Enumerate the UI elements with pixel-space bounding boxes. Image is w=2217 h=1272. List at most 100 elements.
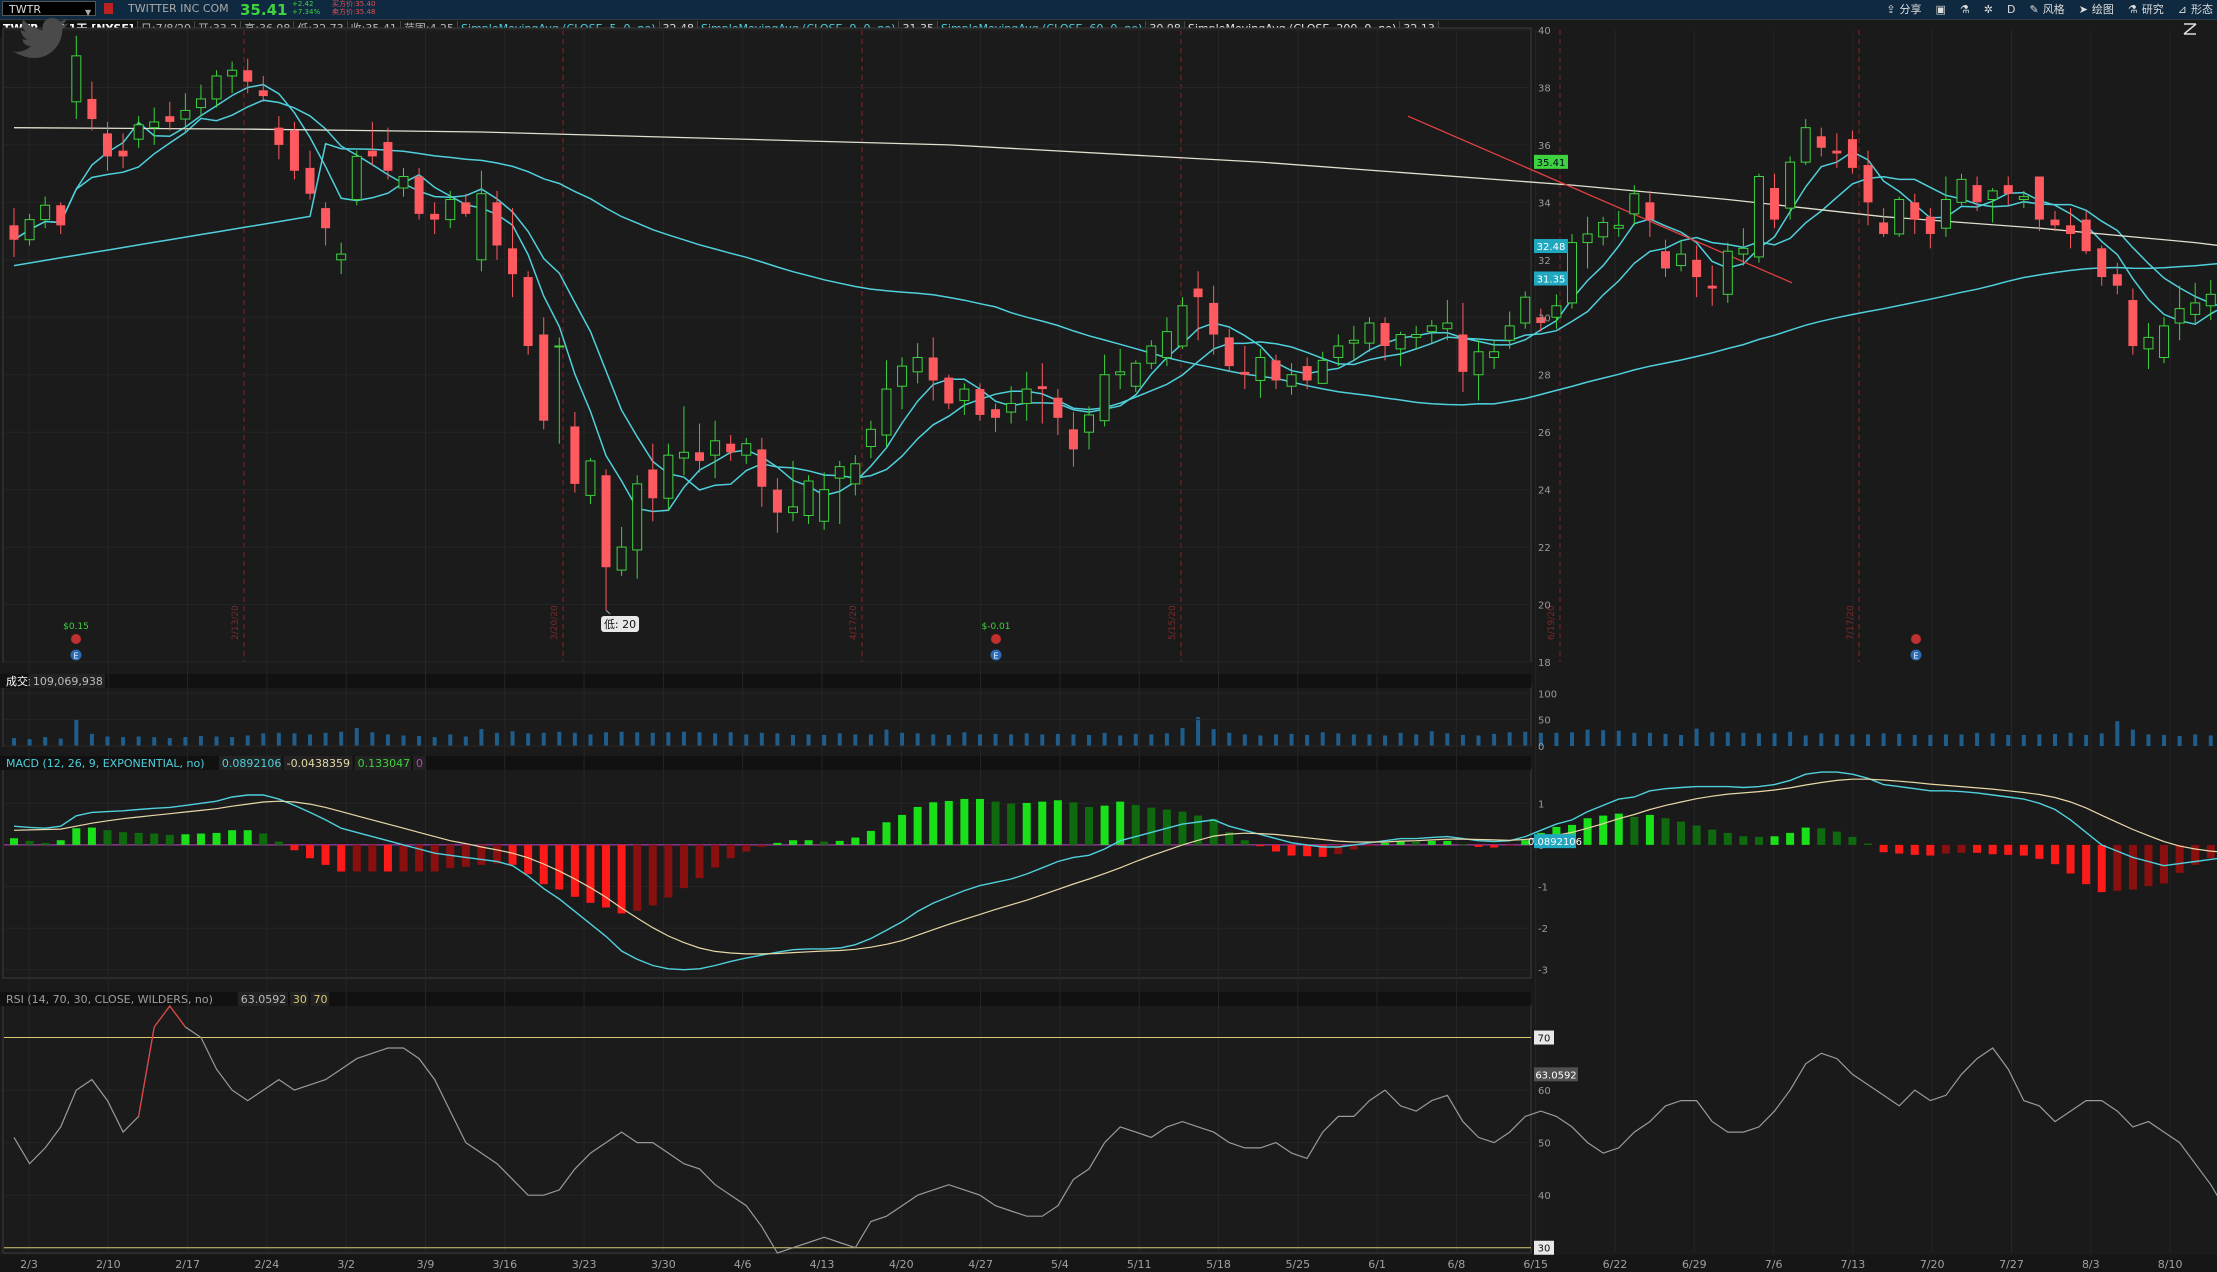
candle-body [881, 388, 892, 436]
macd-hist-bar [789, 840, 797, 845]
macd-hist-bar [352, 844, 361, 872]
pane-frame [2, 27, 1532, 663]
macd-hist-bar [1007, 803, 1016, 845]
volume-bar [105, 736, 110, 746]
candle-body [1722, 250, 1733, 295]
macd-hist-bar [835, 840, 844, 845]
date-tick-label: 7/20 [1920, 1258, 1945, 1271]
date-tick-label: 8/3 [2082, 1258, 2100, 1271]
volume-bar [946, 734, 951, 746]
candle-body [2143, 336, 2154, 350]
macd-hist-bar [1038, 801, 1047, 845]
candle-body [2128, 300, 2138, 346]
candle-body [289, 130, 299, 171]
candle-body [56, 205, 66, 226]
candle-body [398, 176, 409, 189]
volume-bar [962, 732, 967, 746]
candle-body [367, 150, 377, 157]
macd-hist-bar [633, 844, 642, 911]
volume-bar [448, 734, 453, 746]
candle-body [695, 452, 705, 461]
macd-tick-label: 1 [1538, 799, 1544, 810]
date-tick-label: 3/30 [651, 1258, 676, 1271]
candle-body [149, 121, 160, 129]
rsi-os-value: 30 [293, 993, 307, 1006]
macd-hist-bar [1864, 843, 1873, 845]
candle-body [243, 70, 253, 82]
volume-bar [1196, 717, 1201, 746]
volume-bar [152, 737, 157, 746]
volume-value: 109,069,938 [33, 675, 103, 688]
date-tick-label: 5/25 [1285, 1258, 1310, 1271]
volume-bar [1055, 733, 1060, 746]
macd-hist-bar [1895, 844, 1904, 854]
date-tick-label: 7/6 [1765, 1258, 1783, 1271]
macd-hist-bar [1599, 815, 1608, 845]
dividend-marker-icon [991, 634, 1001, 644]
rsi-label: RSI (14, 70, 30, CLOSE, WILDERS, no) [6, 993, 213, 1006]
candle-body [71, 55, 82, 103]
chart-canvas[interactable]: 2/13/20 3/20/20 4/17/20 5/15/20 6/19/20 7/17/… [0, 0, 2217, 1272]
candle-body [710, 440, 721, 456]
macd-hist-bar [446, 844, 455, 869]
date-tick-label: 2/3 [20, 1258, 38, 1271]
macd-hist-bar [461, 844, 470, 867]
volume-bar [759, 732, 764, 746]
macd-hist-bar [1645, 814, 1654, 845]
macd-tick-label: -3 [1538, 966, 1548, 977]
candle-body [165, 116, 175, 122]
volume-bar [2006, 734, 2011, 746]
volume-bar [1663, 733, 1668, 746]
macd-hist-bar [1973, 844, 1982, 853]
macd-hist-bar [72, 828, 81, 845]
volume-bar [89, 733, 94, 746]
candle-body [757, 449, 767, 487]
candle-body [1645, 202, 1655, 220]
macd-hist-bar [196, 833, 205, 845]
volume-bar [1492, 733, 1497, 746]
macd-hist-bar [430, 844, 439, 872]
candle-body [897, 365, 908, 387]
macd-hist-bar [1941, 844, 1950, 854]
volume-bar [541, 732, 546, 746]
macd-hist-bar [1085, 806, 1094, 845]
candle-body [991, 409, 1001, 418]
candle-body [1940, 198, 1951, 229]
candle-body [1707, 285, 1717, 289]
candle-body [1240, 371, 1250, 375]
volume-bar [806, 734, 811, 746]
candle-body [1738, 247, 1749, 255]
volume-bar [1289, 733, 1294, 746]
macd-hist-bar [1754, 836, 1763, 845]
volume-bar [1928, 734, 1933, 746]
macd-hist-bar [742, 844, 751, 852]
volume-bar [1087, 734, 1092, 746]
volume-bar [1429, 731, 1434, 746]
volume-bar [1227, 732, 1232, 746]
candle-body [1910, 202, 1920, 220]
macd-diff-value: 0.133047 [358, 757, 411, 770]
date-tick-label: 5/11 [1127, 1258, 1152, 1271]
low-callout: 低: 20 [604, 618, 636, 631]
volume-bar [1647, 732, 1652, 746]
volume-bar [12, 738, 16, 746]
volume-bar [417, 735, 422, 746]
macd-hist-bar [913, 806, 922, 845]
volume-bar [385, 734, 390, 746]
volume-bar [323, 732, 328, 746]
candle-body [1068, 429, 1078, 450]
candle-body [1161, 331, 1172, 358]
earnings-date-label: 7/17/20 [1846, 605, 1856, 640]
candle-body [1894, 198, 1905, 235]
volume-bar [1943, 734, 1948, 746]
volume-bar [1523, 731, 1528, 746]
candle-body [1629, 193, 1640, 215]
candle-body [554, 345, 565, 348]
macd-hist-bar [1131, 804, 1140, 845]
macd-hist-bar [851, 837, 860, 845]
candle-body [1037, 386, 1047, 390]
candle-body [1099, 374, 1110, 422]
volume-bar [2052, 733, 2057, 746]
candle-body [133, 124, 144, 140]
candle-body [2003, 185, 2013, 194]
